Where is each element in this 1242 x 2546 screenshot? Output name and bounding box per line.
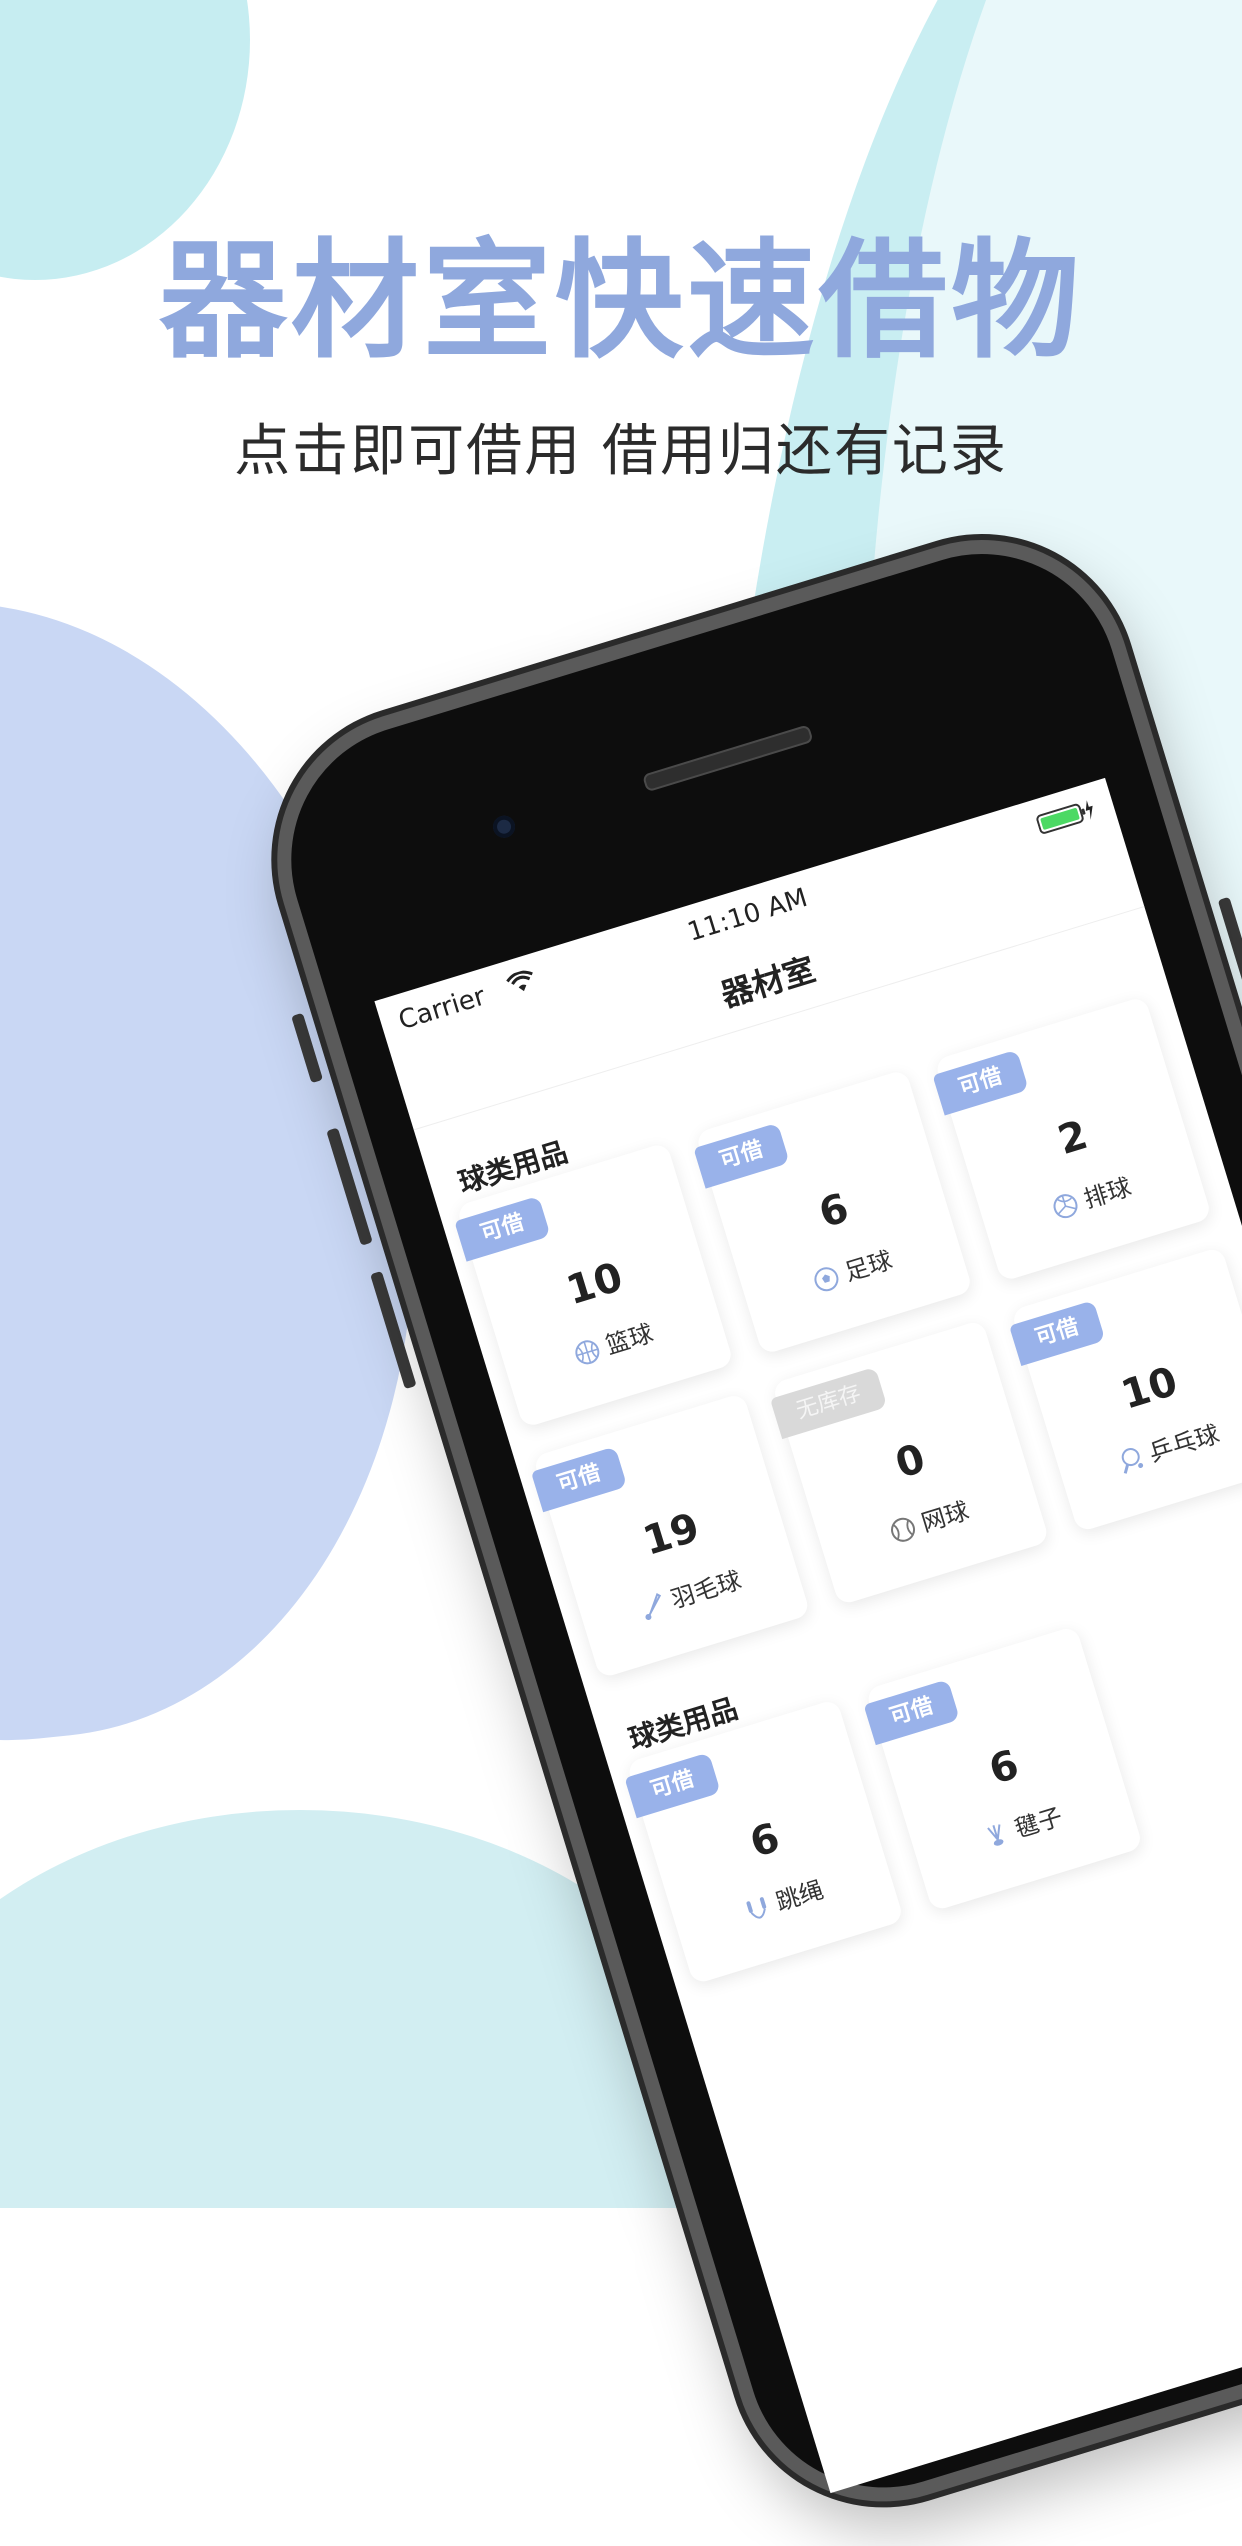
item-name: 篮球 xyxy=(602,1319,657,1360)
item-name: 羽毛球 xyxy=(667,1566,745,1614)
status-badge: 可借 xyxy=(863,1679,960,1746)
jump-rope-icon xyxy=(746,1897,767,1919)
equipment-card-volleyball[interactable]: 可借 2 排球 xyxy=(932,995,1213,1283)
equipment-card-tennis[interactable]: 无库存 0 网球 xyxy=(769,1319,1050,1606)
hero-title: 器材室快速借物 xyxy=(158,227,1083,376)
status-badge: 可借 xyxy=(530,1446,628,1513)
status-badge: 可借 xyxy=(454,1195,551,1262)
equipment-card-shuttlecock-kick[interactable]: 可借 6 毽子 xyxy=(863,1625,1144,1912)
status-badge: 无库存 xyxy=(769,1366,888,1440)
status-badge: 可借 xyxy=(624,1752,721,1819)
item-name: 网球 xyxy=(918,1496,973,1538)
basketball-icon xyxy=(575,1340,600,1365)
status-badge: 可借 xyxy=(932,1049,1029,1116)
status-badge: 可借 xyxy=(693,1122,790,1189)
item-name: 足球 xyxy=(841,1245,896,1287)
tennis-ball-icon xyxy=(891,1517,916,1542)
item-name: 乒乓球 xyxy=(1145,1419,1223,1468)
soccer-ball-icon xyxy=(814,1267,839,1292)
hero-subtitle: 点击即可借用 借用归还有记录 xyxy=(234,419,1008,484)
status-badge: 可借 xyxy=(1009,1300,1106,1367)
item-name: 排球 xyxy=(1080,1172,1135,1214)
ping-pong-icon xyxy=(1121,1448,1144,1474)
equipment-card-badminton[interactable]: 可借 19 羽毛球 xyxy=(530,1392,811,1679)
shuttlecock-kick-icon xyxy=(987,1824,1004,1846)
item-name: 毽子 xyxy=(1011,1802,1066,1844)
equipment-card-ping-pong[interactable]: 可借 10 乒乓球 xyxy=(1009,1246,1242,1533)
item-name: 跳绳 xyxy=(772,1875,827,1917)
volleyball-icon xyxy=(1053,1194,1078,1219)
shuttlecock-icon xyxy=(645,1593,662,1621)
equipment-card-soccer[interactable]: 可借 6 足球 xyxy=(693,1068,974,1356)
